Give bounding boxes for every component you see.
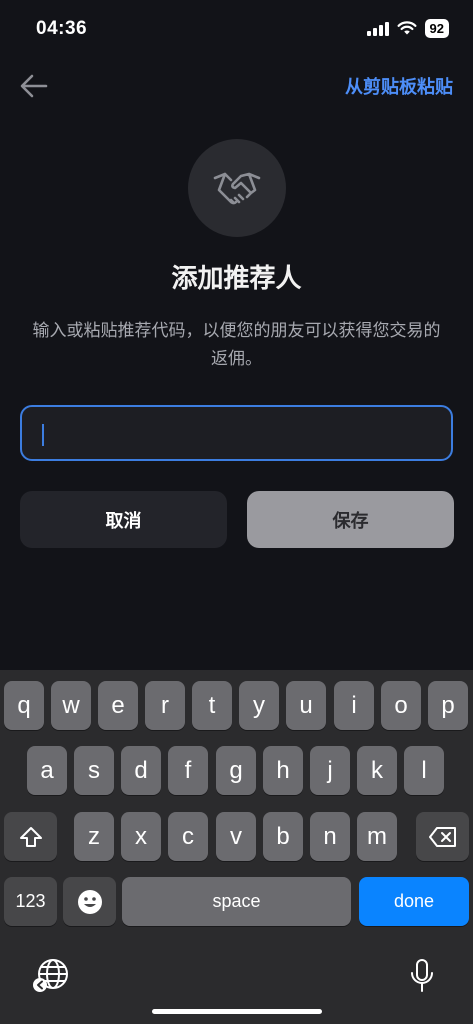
key-c[interactable]: c xyxy=(168,812,208,861)
microphone-icon[interactable] xyxy=(409,958,435,999)
key-q[interactable]: q xyxy=(4,681,44,730)
key-g[interactable]: g xyxy=(216,746,256,795)
key-k[interactable]: k xyxy=(357,746,397,795)
status-bar: 04:36 92 xyxy=(0,0,473,60)
key-m[interactable]: m xyxy=(357,812,397,861)
key-h[interactable]: h xyxy=(263,746,303,795)
page-title: 添加推荐人 xyxy=(171,263,302,293)
paste-from-clipboard-link[interactable]: 从剪贴板粘贴 xyxy=(345,73,453,99)
emoji-icon xyxy=(77,889,102,914)
shift-icon xyxy=(19,826,42,847)
key-p[interactable]: p xyxy=(428,681,468,730)
key-j[interactable]: j xyxy=(310,746,350,795)
back-arrow-icon[interactable] xyxy=(16,68,52,104)
cancel-button[interactable]: 取消 xyxy=(20,491,227,548)
home-indicator[interactable] xyxy=(152,1009,322,1014)
key-e[interactable]: e xyxy=(98,681,138,730)
key-v[interactable]: v xyxy=(216,812,256,861)
key-s[interactable]: s xyxy=(74,746,114,795)
key-y[interactable]: y xyxy=(239,681,279,730)
referral-code-input[interactable] xyxy=(20,405,453,461)
key-o[interactable]: o xyxy=(381,681,421,730)
key-w[interactable]: w xyxy=(51,681,91,730)
cellular-signal-icon xyxy=(366,21,389,36)
key-b[interactable]: b xyxy=(263,812,303,861)
key-d[interactable]: d xyxy=(121,746,161,795)
done-key[interactable]: done xyxy=(359,877,469,926)
key-l[interactable]: l xyxy=(404,746,444,795)
key-a[interactable]: a xyxy=(27,746,67,795)
battery-indicator: 92 xyxy=(424,19,449,38)
handshake-icon xyxy=(213,172,261,205)
referral-icon-badge xyxy=(188,139,286,237)
key-t[interactable]: t xyxy=(192,681,232,730)
emoji-key[interactable] xyxy=(63,877,116,926)
status-time: 04:36 xyxy=(36,18,88,39)
key-n[interactable]: n xyxy=(310,812,350,861)
page-description: 输入或粘贴推荐代码，以便您的朋友可以获得您交易的返佣。 xyxy=(32,321,441,368)
backspace-icon xyxy=(428,826,456,847)
space-key[interactable]: space xyxy=(122,877,351,926)
text-cursor xyxy=(42,424,44,446)
status-icons: 92 xyxy=(366,19,449,38)
wifi-icon xyxy=(397,21,417,35)
save-button[interactable]: 保存 xyxy=(247,491,454,548)
key-f[interactable]: f xyxy=(168,746,208,795)
shift-key[interactable] xyxy=(4,812,57,861)
backspace-key[interactable] xyxy=(416,812,469,861)
key-x[interactable]: x xyxy=(121,812,161,861)
key-i[interactable]: i xyxy=(334,681,374,730)
key-u[interactable]: u xyxy=(286,681,326,730)
globe-icon[interactable] xyxy=(31,958,71,999)
key-r[interactable]: r xyxy=(145,681,185,730)
key-z[interactable]: z xyxy=(74,812,114,861)
numbers-key[interactable]: 123 xyxy=(4,877,57,926)
